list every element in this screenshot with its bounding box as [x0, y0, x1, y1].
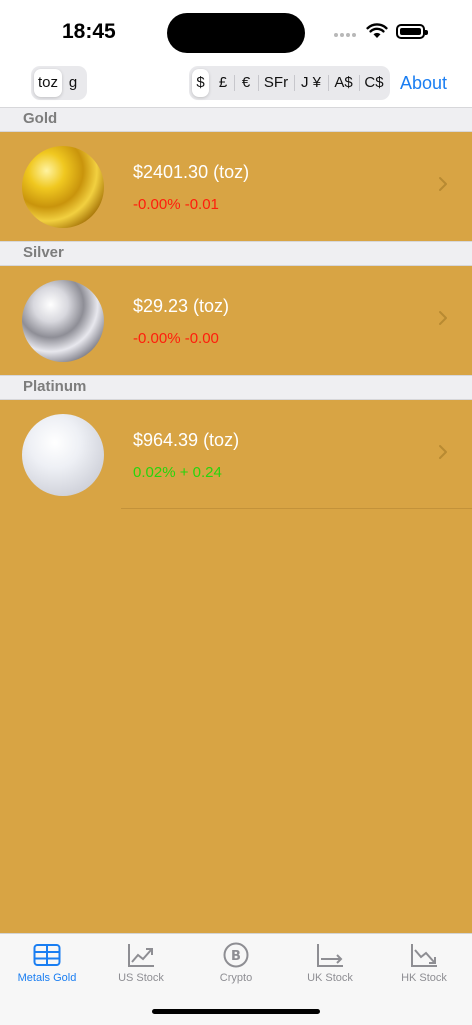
- tab-us-stock[interactable]: US Stock: [94, 934, 188, 994]
- section-header-gold: Gold: [0, 107, 472, 132]
- tab-crypto[interactable]: B Crypto: [189, 934, 283, 994]
- currency-option-aud[interactable]: A$: [329, 69, 358, 97]
- currency-option-jpy[interactable]: J ¥: [295, 69, 327, 97]
- metal-row-platinum[interactable]: $964.39 (toz) 0.02% + 0.24: [0, 400, 472, 509]
- row-separator: [121, 508, 472, 509]
- chevron-right-icon: [439, 445, 447, 459]
- metal-price: $2401.30 (toz): [133, 162, 250, 182]
- tab-hk-stock[interactable]: HK Stock: [377, 934, 471, 994]
- unit-option-g[interactable]: g: [62, 69, 84, 97]
- tab-label: Metals Gold: [17, 972, 77, 984]
- metal-price: $29.23 (toz): [133, 296, 230, 316]
- chart-up-icon: [128, 944, 154, 967]
- metal-row-gold[interactable]: $2401.30 (toz) -0.00% -0.01: [0, 132, 472, 241]
- status-time: 18:45: [62, 20, 116, 43]
- metal-price: $964.39 (toz): [133, 430, 240, 450]
- section-header-silver: Silver: [0, 241, 472, 266]
- about-button[interactable]: About: [400, 73, 447, 94]
- currency-segmented-control: $ £ € SFr J ¥ A$ C$: [189, 66, 390, 100]
- table-icon: [33, 944, 61, 966]
- metal-change: 0.02% + 0.24: [133, 464, 222, 481]
- gold-texture-image: [22, 146, 104, 228]
- metal-row-silver[interactable]: $29.23 (toz) -0.00% -0.00: [0, 266, 472, 375]
- currency-option-cad[interactable]: C$: [360, 69, 388, 97]
- tab-label: Crypto: [219, 972, 253, 984]
- unit-option-toz[interactable]: toz: [34, 69, 62, 97]
- chevron-right-icon: [439, 177, 447, 191]
- dynamic-island: [167, 13, 305, 53]
- wifi-icon: [366, 23, 388, 38]
- cellular-signal-icon: [334, 33, 360, 39]
- section-header-label: Platinum: [23, 378, 87, 395]
- tab-label: HK Stock: [401, 972, 447, 984]
- chevron-right-icon: [439, 311, 447, 325]
- platinum-texture-image: [22, 414, 104, 496]
- status-bar: 18:45: [0, 0, 472, 62]
- tab-uk-stock[interactable]: UK Stock: [283, 934, 377, 994]
- tab-label: UK Stock: [307, 972, 353, 984]
- metal-change: -0.00% -0.01: [133, 196, 219, 213]
- section-header-label: Silver: [23, 244, 64, 261]
- unit-segmented-control: toz g: [31, 66, 87, 100]
- chart-flat-icon: [317, 944, 343, 967]
- metal-change: -0.00% -0.00: [133, 330, 219, 347]
- currency-option-eur[interactable]: €: [235, 69, 257, 97]
- chart-down-icon: [411, 944, 437, 967]
- section-header-platinum: Platinum: [0, 375, 472, 400]
- section-header-label: Gold: [23, 110, 58, 127]
- currency-option-chf[interactable]: SFr: [259, 69, 293, 97]
- toolbar: toz g $ £ € SFr J ¥ A$ C$ About: [0, 62, 472, 107]
- svg-text:B: B: [231, 949, 241, 964]
- home-indicator: [152, 1009, 320, 1014]
- currency-option-gbp[interactable]: £: [213, 69, 233, 97]
- battery-icon: [396, 24, 428, 39]
- tab-metals-gold[interactable]: Metals Gold: [0, 934, 94, 994]
- currency-option-usd[interactable]: $: [192, 69, 209, 97]
- bitcoin-icon: B: [223, 942, 249, 968]
- tab-label: US Stock: [118, 972, 164, 984]
- silver-texture-image: [22, 280, 104, 362]
